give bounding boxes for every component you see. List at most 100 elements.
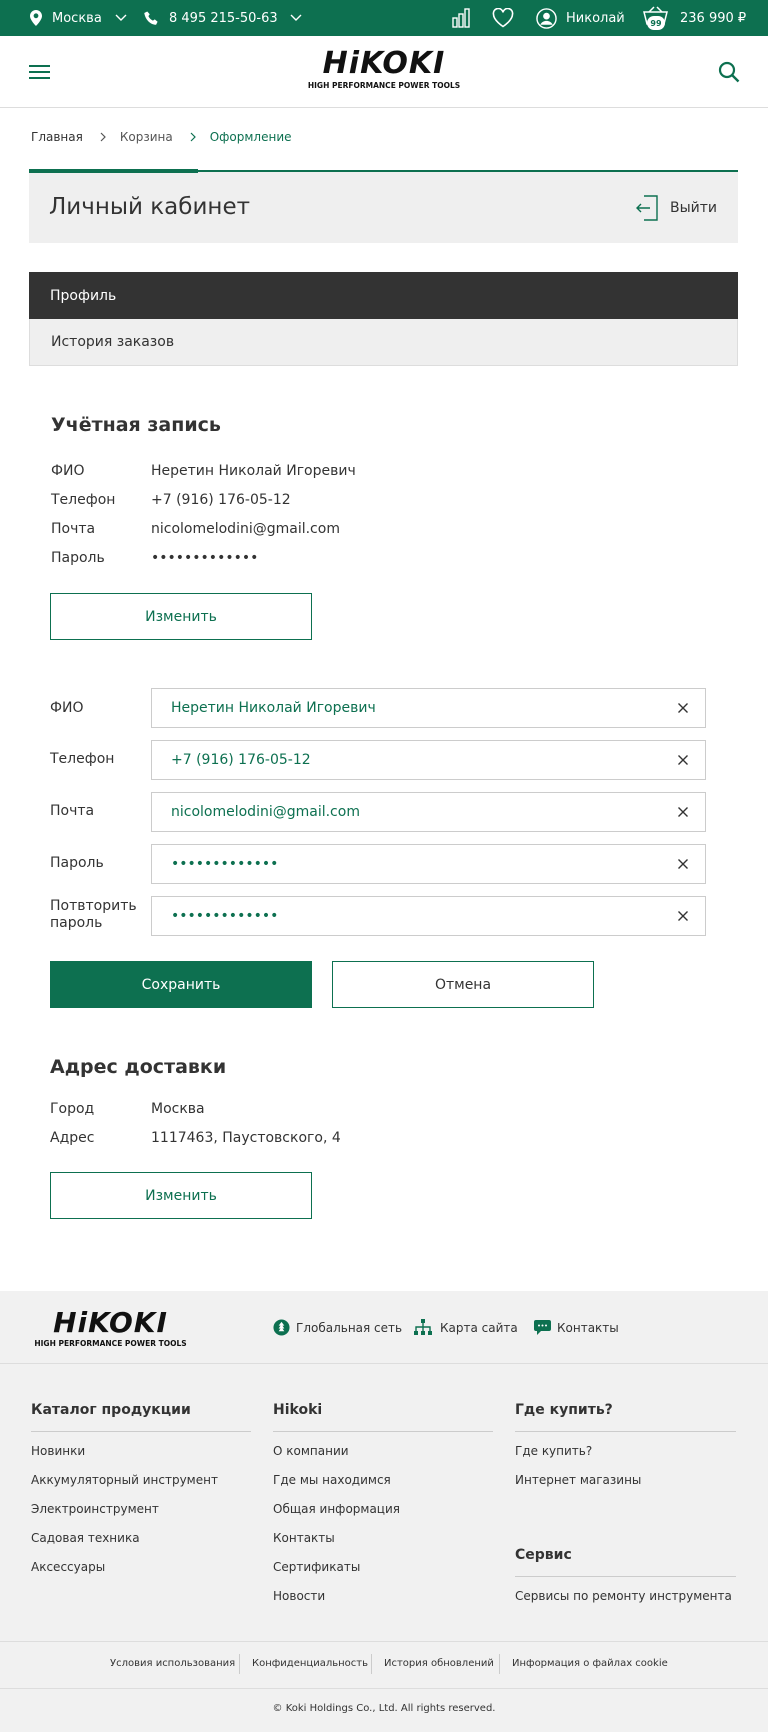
footer-global-network-link[interactable]: Глобальная сеть: [273, 1319, 402, 1336]
account-section-title: Учётная запись: [51, 414, 221, 436]
clear-icon[interactable]: [674, 855, 692, 873]
clear-icon[interactable]: [674, 907, 692, 925]
search-button[interactable]: [718, 61, 740, 83]
account-password-label: Пароль: [51, 550, 105, 566]
top-bar: Москва 8 495 215-50-63 Николай 99 236 99…: [0, 0, 768, 36]
footer-hikoki-link[interactable]: Где мы находимся: [273, 1473, 391, 1487]
clear-icon[interactable]: [674, 803, 692, 821]
phone-input[interactable]: +7 (916) 176-05-12: [151, 740, 706, 780]
city-label: Москва: [52, 10, 102, 26]
legal-separator: [239, 1654, 240, 1674]
privacy-link[interactable]: Конфиденциальность: [252, 1658, 368, 1669]
update-history-link[interactable]: История обновлений: [384, 1658, 494, 1669]
footer-hikoki-link[interactable]: Сертификаты: [273, 1560, 360, 1574]
phone-number: 8 495 215-50-63: [169, 10, 278, 26]
breadcrumb-cart[interactable]: Корзина: [120, 130, 173, 144]
footer-sitemap-link[interactable]: Карта сайта: [414, 1319, 518, 1336]
legal-separator: [371, 1654, 372, 1674]
footer-hikoki-link[interactable]: Новости: [273, 1589, 325, 1603]
fio-input[interactable]: Неретин Николай Игоревич: [151, 688, 706, 728]
sitemap-icon: [414, 1319, 432, 1335]
search-icon: [718, 61, 740, 83]
breadcrumb-home[interactable]: Главная: [31, 130, 83, 144]
tab-profile-label: Профиль: [50, 287, 117, 304]
form-repeat-password-label: Потвторить пароль: [50, 898, 137, 931]
edit-delivery-label: Изменить: [145, 1187, 217, 1204]
chevron-down-icon: [290, 14, 302, 21]
password-input[interactable]: •••••••••••••: [151, 844, 706, 884]
footer-catalog-link[interactable]: Электроинструмент: [31, 1502, 159, 1516]
compare-chart-icon: [452, 8, 470, 28]
user-name: Николай: [566, 10, 625, 26]
menu-button[interactable]: [29, 64, 51, 80]
footer-where-to-buy-link[interactable]: Где купить?: [515, 1444, 592, 1458]
account-password-value: •••••••••••••: [151, 550, 259, 566]
copyright: © Koki Holdings Co., Ltd. All rights res…: [272, 1703, 496, 1714]
footer-hikoki-link[interactable]: Общая информация: [273, 1502, 400, 1516]
footer-logo-tagline: HIGH PERFORMANCE POWER TOOLS: [34, 1339, 187, 1348]
footer-catalog-link[interactable]: Аксессуары: [31, 1560, 105, 1574]
favorites-button[interactable]: [492, 0, 514, 36]
delivery-address-value: 1117463, Паустовского, 4: [151, 1130, 341, 1146]
footer-where-to-buy-link[interactable]: Интернет магазины: [515, 1473, 641, 1487]
footer-hikoki-link[interactable]: О компании: [273, 1444, 349, 1458]
site-logo[interactable]: HiKOKI HIGH PERFORMANCE POWER TOOLS: [306, 49, 462, 91]
chat-bubble-icon: [534, 1320, 551, 1335]
account-fio-value: Неретин Николай Игоревич: [151, 463, 356, 479]
account-fio-label: ФИО: [51, 463, 85, 479]
edit-account-button[interactable]: Изменить: [50, 593, 312, 640]
user-account-link[interactable]: Николай: [536, 0, 625, 36]
footer-contacts-label: Контакты: [557, 1320, 619, 1335]
cancel-button[interactable]: Отмена: [332, 961, 594, 1008]
compare-button[interactable]: [451, 0, 471, 36]
clear-icon[interactable]: [674, 699, 692, 717]
footer-global-network-label: Глобальная сеть: [296, 1320, 403, 1335]
logout-icon: [636, 195, 658, 221]
terms-link[interactable]: Условия использования: [110, 1658, 235, 1669]
cart-total: 236 990 ₽: [680, 10, 747, 26]
save-button-label: Сохранить: [141, 976, 221, 993]
clear-icon[interactable]: [674, 751, 692, 769]
footer-logo[interactable]: HiKOKI HIGH PERFORMANCE POWER TOOLS: [33, 1309, 188, 1349]
phone-input-value: +7 (916) 176-05-12: [171, 752, 311, 768]
footer-catalog-link[interactable]: Новинки: [31, 1444, 85, 1458]
account-phone-value: +7 (916) 176-05-12: [151, 492, 291, 508]
page-title: Личный кабинет: [49, 194, 250, 220]
form-phone-label: Телефон: [50, 751, 115, 767]
logout-label: Выйти: [670, 200, 718, 216]
phone-selector[interactable]: 8 495 215-50-63: [144, 0, 302, 36]
breadcrumb: Главная Корзина Оформление: [31, 130, 292, 144]
tab-order-history-label: История заказов: [51, 334, 175, 350]
tab-order-history[interactable]: История заказов: [29, 319, 738, 366]
footer-where-to-buy-title: Где купить?: [515, 1402, 613, 1418]
repeat-password-input[interactable]: •••••••••••••: [151, 896, 706, 936]
email-input[interactable]: nicolomelodini@gmail.com: [151, 792, 706, 832]
delivery-city-label: Город: [50, 1101, 95, 1117]
location-pin-icon: [30, 10, 42, 26]
save-button[interactable]: Сохранить: [50, 961, 312, 1008]
email-input-value: nicolomelodini@gmail.com: [171, 804, 360, 820]
footer-contacts-link[interactable]: Контакты: [533, 1319, 619, 1336]
password-input-value: •••••••••••••: [171, 856, 279, 872]
city-selector[interactable]: Москва: [30, 0, 127, 36]
footer-catalog-link[interactable]: Аккумуляторный инструмент: [31, 1473, 218, 1487]
account-email-label: Почта: [51, 521, 96, 537]
footer-service-link[interactable]: Сервисы по ремонту инструмента: [515, 1589, 732, 1603]
footer-divider: [515, 1431, 736, 1432]
footer-catalog-link[interactable]: Садовая техника: [31, 1531, 140, 1545]
tab-profile[interactable]: Профиль: [29, 272, 738, 319]
footer-divider: [515, 1576, 736, 1577]
edit-account-label: Изменить: [145, 608, 217, 625]
logout-button[interactable]: Выйти: [636, 194, 717, 222]
cookie-info-link[interactable]: Информация о файлах cookie: [512, 1658, 668, 1669]
footer-hikoki-link[interactable]: Контакты: [273, 1531, 335, 1545]
phone-icon: [144, 10, 158, 25]
account-email-value: nicolomelodini@gmail.com: [151, 521, 340, 537]
form-fio-label: ФИО: [50, 700, 84, 716]
footer-legal-bar: Условия использования Конфиденциальность…: [0, 1641, 768, 1689]
form-password-label: Пароль: [50, 855, 104, 871]
globe-tree-icon: [273, 1319, 290, 1336]
edit-delivery-button[interactable]: Изменить: [50, 1172, 312, 1219]
cart-button[interactable]: 99 236 990 ₽: [643, 0, 746, 36]
basket-icon: 99: [643, 6, 668, 30]
